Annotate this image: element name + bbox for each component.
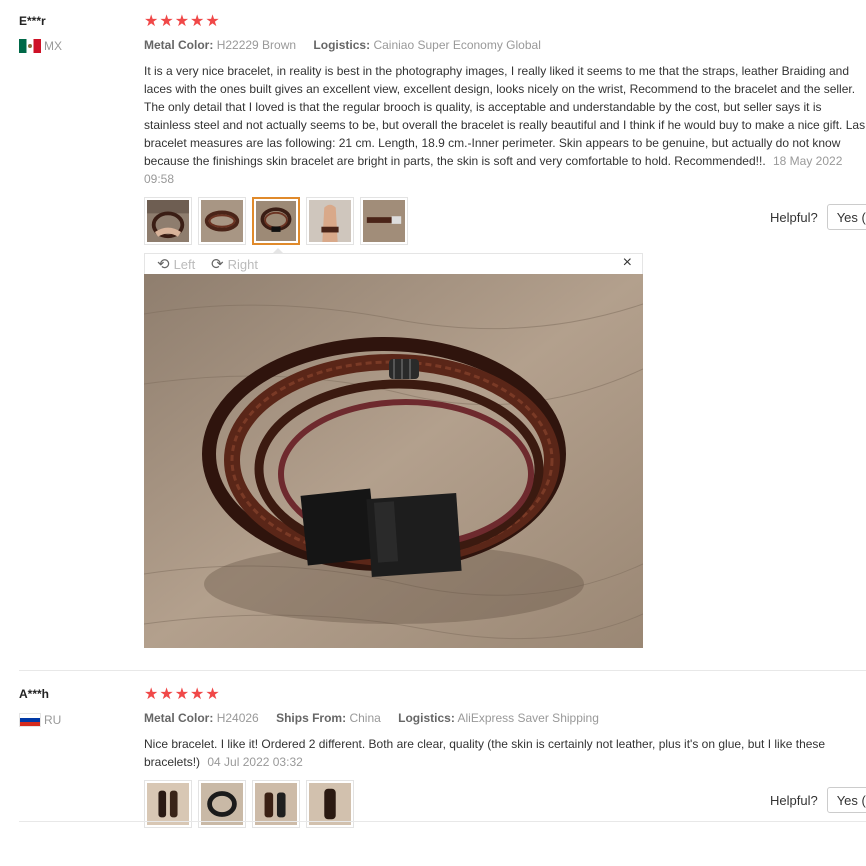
metal-color-value: H22229 Brown [216, 38, 297, 52]
rotate-right-button[interactable]: ⟳ Right [211, 255, 258, 273]
review-divider [19, 821, 866, 822]
review-date: 04 Jul 2022 03:32 [207, 755, 303, 769]
star-rating: ★★★★★ [144, 13, 221, 30]
helpful-yes-button[interactable]: Yes ( [826, 204, 866, 230]
ships-from-value: China [349, 711, 381, 725]
review-photo-thumbnail[interactable] [360, 197, 408, 245]
close-icon[interactable]: × [623, 254, 632, 272]
country-code: MX [44, 39, 62, 53]
logistics-value: Cainiao Super Economy Global [373, 38, 541, 52]
logistics-label: Logistics: [313, 38, 371, 52]
bracelets-thumb-icon [147, 783, 189, 825]
logistics-label: Logistics: [398, 711, 455, 725]
mexico-flag-icon [19, 39, 41, 53]
review-photo-thumbnail-selected[interactable] [252, 197, 300, 245]
rotate-left-label: Left [173, 256, 196, 272]
review-photo-thumbnail[interactable] [306, 197, 354, 245]
review-attributes: Metal Color: H24026 Ships From: China Lo… [144, 711, 613, 725]
reviewer-country: MX [19, 39, 62, 53]
rotate-left-icon: ⟲ [157, 256, 170, 273]
review-photo-thumbnail[interactable] [198, 197, 246, 245]
reviewer-country: RU [19, 713, 61, 727]
helpful-label: Helpful? [770, 792, 818, 808]
bracelets-pair-thumb-icon [255, 783, 297, 825]
metal-color-label: Metal Color: [144, 711, 214, 725]
image-viewer-toolbar: ⟲ Left ⟳ Right × [144, 253, 643, 274]
metal-color-value: H24026 [216, 711, 259, 725]
reviewer-name: A***h [19, 687, 50, 701]
bracelet-strap-thumb-icon [363, 200, 405, 242]
review-text: It is a very nice bracelet, in reality i… [144, 64, 866, 168]
review-text-block: Nice bracelet. I like it! Ordered 2 diff… [144, 735, 866, 771]
ships-from-label: Ships From: [276, 711, 347, 725]
helpful-section: Helpful? Yes ( [770, 787, 866, 813]
review-text-block: It is a very nice bracelet, in reality i… [144, 62, 866, 188]
bracelet-closeup-thumb-icon [309, 783, 351, 825]
helpful-label: Helpful? [770, 209, 818, 225]
review-photo-thumbnail[interactable] [144, 197, 192, 245]
rotate-left-button[interactable]: ⟲ Left [157, 255, 195, 273]
metal-color-label: Metal Color: [144, 38, 214, 52]
helpful-section: Helpful? Yes ( [770, 204, 866, 230]
bracelet-on-wrist-thumb-icon [309, 200, 351, 242]
bracelet-thumb-icon [256, 201, 296, 241]
star-rating: ★★★★★ [144, 686, 221, 703]
rotate-right-icon: ⟳ [211, 256, 224, 273]
review-attributes: Metal Color: H22229 Brown Logistics: Cai… [144, 38, 555, 52]
enlarged-review-photo [144, 274, 643, 648]
helpful-yes-button[interactable]: Yes ( [826, 787, 866, 813]
country-code: RU [44, 713, 62, 727]
bracelet-ring-thumb-icon [201, 783, 243, 825]
review-divider [19, 670, 866, 671]
bracelet-in-hand-thumb-icon [147, 200, 189, 242]
review-photo-thumbnails [144, 197, 408, 245]
logistics-value: AliExpress Saver Shipping [457, 711, 599, 725]
reviewer-name: E***r [19, 14, 46, 28]
rotate-right-label: Right [227, 256, 258, 272]
bracelet-on-wood-thumb-icon [201, 200, 243, 242]
russia-flag-icon [19, 713, 41, 727]
